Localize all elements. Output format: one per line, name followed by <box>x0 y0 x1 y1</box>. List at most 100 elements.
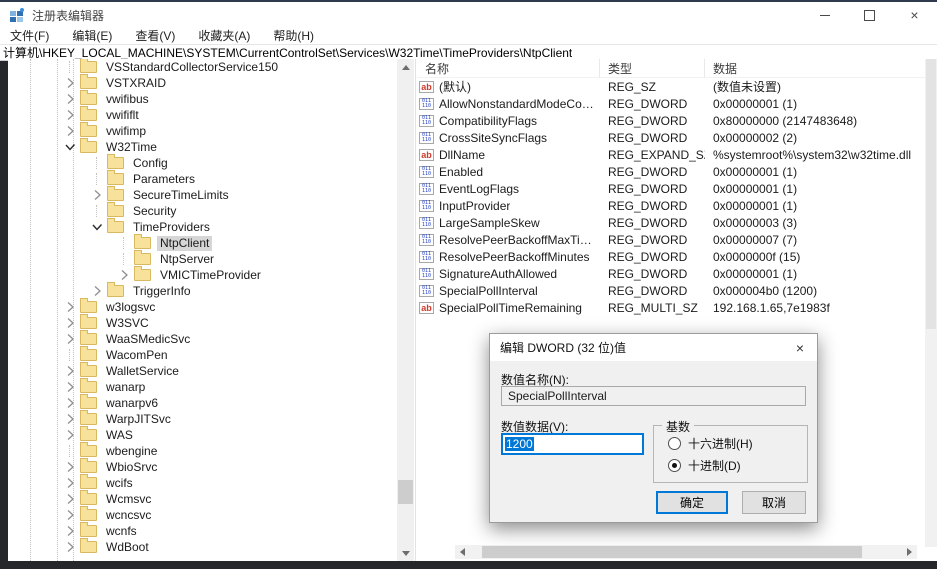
registry-value-row[interactable]: 011110SignatureAuthAllowedREG_DWORD0x000… <box>417 265 925 282</box>
horizontal-scrollbar-thumb[interactable] <box>482 546 862 558</box>
registry-value-row[interactable]: 011110SpecialPollIntervalREG_DWORD0x0000… <box>417 282 925 299</box>
chevron-right-icon[interactable] <box>62 427 78 443</box>
pane-splitter[interactable] <box>415 59 416 561</box>
tree-item-VMICTimeProvider[interactable]: VMICTimeProvider <box>8 267 397 283</box>
chevron-down-icon[interactable] <box>62 139 78 155</box>
tree-item-WarpJITSvc[interactable]: WarpJITSvc <box>8 411 397 427</box>
tree-item-Parameters[interactable]: Parameters <box>8 171 397 187</box>
tree-item-wanarpv6[interactable]: wanarpv6 <box>8 395 397 411</box>
cancel-button[interactable]: 取消 <box>742 491 806 514</box>
tree-item-WbioSrvc[interactable]: WbioSrvc <box>8 459 397 475</box>
tree-item-w3logsvc[interactable]: w3logsvc <box>8 299 397 315</box>
registry-value-row[interactable]: 011110LargeSampleSkewREG_DWORD0x00000003… <box>417 214 925 231</box>
tree-item-label: WarpJITSvc <box>103 412 174 427</box>
chevron-right-icon[interactable] <box>62 363 78 379</box>
menu-file[interactable]: 文件(F) <box>0 27 59 44</box>
registry-value-row[interactable]: 011110ResolvePeerBackoffMinutesREG_DWORD… <box>417 248 925 265</box>
tree-item-NtpServer[interactable]: NtpServer <box>8 251 397 267</box>
tree-item-VSTXRAID[interactable]: VSTXRAID <box>8 75 397 91</box>
tree-item-WaaSMedicSvc[interactable]: WaaSMedicSvc <box>8 331 397 347</box>
tree-item-Wcmsvc[interactable]: Wcmsvc <box>8 491 397 507</box>
registry-value-row[interactable]: 011110ResolvePeerBackoffMaxTimesREG_DWOR… <box>417 231 925 248</box>
chevron-right-icon[interactable] <box>62 507 78 523</box>
tree-item-WacomPen[interactable]: WacomPen <box>8 347 397 363</box>
radio-decimal[interactable]: 十进制(D) <box>668 457 741 474</box>
minimize-button[interactable] <box>802 2 847 28</box>
tree-item-wbengine[interactable]: wbengine <box>8 443 397 459</box>
tree-item-NtpClient[interactable]: NtpClient <box>8 235 397 251</box>
tree-item-TimeProviders[interactable]: TimeProviders <box>8 219 397 235</box>
tree-item-Config[interactable]: Config <box>8 155 397 171</box>
registry-value-row[interactable]: ab(默认)REG_SZ(数值未设置) <box>417 78 925 95</box>
chevron-right-icon[interactable] <box>62 491 78 507</box>
registry-value-row[interactable]: 011110EventLogFlagsREG_DWORD0x00000001 (… <box>417 180 925 197</box>
tree-item-wcncsvc[interactable]: wcncsvc <box>8 507 397 523</box>
column-header-data[interactable]: 数据 <box>705 59 925 77</box>
dialog-close-button[interactable]: × <box>783 334 817 361</box>
list-scrollbar-thumb[interactable] <box>926 59 936 329</box>
chevron-right-icon[interactable] <box>62 523 78 539</box>
tree-item-vwifimp[interactable]: vwifimp <box>8 123 397 139</box>
list-horizontal-scrollbar[interactable] <box>455 545 917 559</box>
maximize-button[interactable] <box>847 2 892 28</box>
tree-item-WAS[interactable]: WAS <box>8 427 397 443</box>
tree-item-wcnfs[interactable]: wcnfs <box>8 523 397 539</box>
scroll-up-arrow-icon[interactable] <box>397 59 414 75</box>
tree-item-W3SVC[interactable]: W3SVC <box>8 315 397 331</box>
chevron-right-icon[interactable] <box>62 459 78 475</box>
value-name: AllowNonstandardModeComb... <box>439 97 600 111</box>
tree-item-TriggerInfo[interactable]: TriggerInfo <box>8 283 397 299</box>
value-data-input[interactable]: 1200 <box>501 433 644 455</box>
tree-scrollbar-thumb[interactable] <box>398 480 413 504</box>
chevron-right-icon[interactable] <box>62 395 78 411</box>
scroll-left-arrow-icon[interactable] <box>455 545 470 559</box>
chevron-right-icon[interactable] <box>62 331 78 347</box>
menu-view[interactable]: 查看(V) <box>125 27 185 44</box>
tree-item-WalletService[interactable]: WalletService <box>8 363 397 379</box>
radio-hexadecimal[interactable]: 十六进制(H) <box>668 435 753 452</box>
tree-vertical-scrollbar[interactable] <box>397 59 414 561</box>
registry-value-row[interactable]: abSpecialPollTimeRemainingREG_MULTI_SZ19… <box>417 299 925 316</box>
chevron-right-icon[interactable] <box>116 267 132 283</box>
registry-value-row[interactable]: 011110EnabledREG_DWORD0x00000001 (1) <box>417 163 925 180</box>
chevron-down-icon[interactable] <box>89 219 105 235</box>
registry-value-row[interactable]: 011110InputProviderREG_DWORD0x00000001 (… <box>417 197 925 214</box>
chevron-right-icon[interactable] <box>62 107 78 123</box>
ok-button[interactable]: 确定 <box>656 491 728 514</box>
chevron-right-icon[interactable] <box>62 379 78 395</box>
tree-item-WdBoot[interactable]: WdBoot <box>8 539 397 555</box>
chevron-right-icon[interactable] <box>62 91 78 107</box>
folder-icon <box>80 461 97 473</box>
scroll-down-arrow-icon[interactable] <box>397 545 414 561</box>
close-button[interactable]: × <box>892 2 937 28</box>
tree-item-wcifs[interactable]: wcifs <box>8 475 397 491</box>
registry-value-row[interactable]: 011110AllowNonstandardModeComb...REG_DWO… <box>417 95 925 112</box>
list-vertical-scrollbar[interactable] <box>925 59 937 547</box>
tree-item-W32Time[interactable]: W32Time <box>8 139 397 155</box>
registry-value-row[interactable]: 011110CrossSiteSyncFlagsREG_DWORD0x00000… <box>417 129 925 146</box>
column-header-type[interactable]: 类型 <box>600 59 705 77</box>
chevron-right-icon[interactable] <box>89 283 105 299</box>
chevron-right-icon[interactable] <box>62 539 78 555</box>
registry-value-row[interactable]: 011110CompatibilityFlagsREG_DWORD0x80000… <box>417 112 925 129</box>
chevron-right-icon[interactable] <box>62 299 78 315</box>
chevron-right-icon[interactable] <box>62 123 78 139</box>
chevron-right-icon[interactable] <box>62 411 78 427</box>
column-header-name[interactable]: 名称 <box>417 59 600 77</box>
chevron-right-icon[interactable] <box>62 315 78 331</box>
value-name: Enabled <box>439 165 483 179</box>
menu-edit[interactable]: 编辑(E) <box>62 27 122 44</box>
chevron-right-icon[interactable] <box>62 75 78 91</box>
tree-item-vwifibus[interactable]: vwifibus <box>8 91 397 107</box>
menu-help[interactable]: 帮助(H) <box>263 27 324 44</box>
tree-item-vwififlt[interactable]: vwififlt <box>8 107 397 123</box>
tree-item-Security[interactable]: Security <box>8 203 397 219</box>
chevron-right-icon[interactable] <box>62 475 78 491</box>
tree-item-wanarp[interactable]: wanarp <box>8 379 397 395</box>
tree-item-VSStandardCollectorService150[interactable]: VSStandardCollectorService150 <box>8 59 397 75</box>
scroll-right-arrow-icon[interactable] <box>902 545 917 559</box>
chevron-right-icon[interactable] <box>89 187 105 203</box>
registry-value-row[interactable]: abDllNameREG_EXPAND_SZ%systemroot%\syste… <box>417 146 925 163</box>
menu-favorites[interactable]: 收藏夹(A) <box>188 27 260 44</box>
tree-item-SecureTimeLimits[interactable]: SecureTimeLimits <box>8 187 397 203</box>
